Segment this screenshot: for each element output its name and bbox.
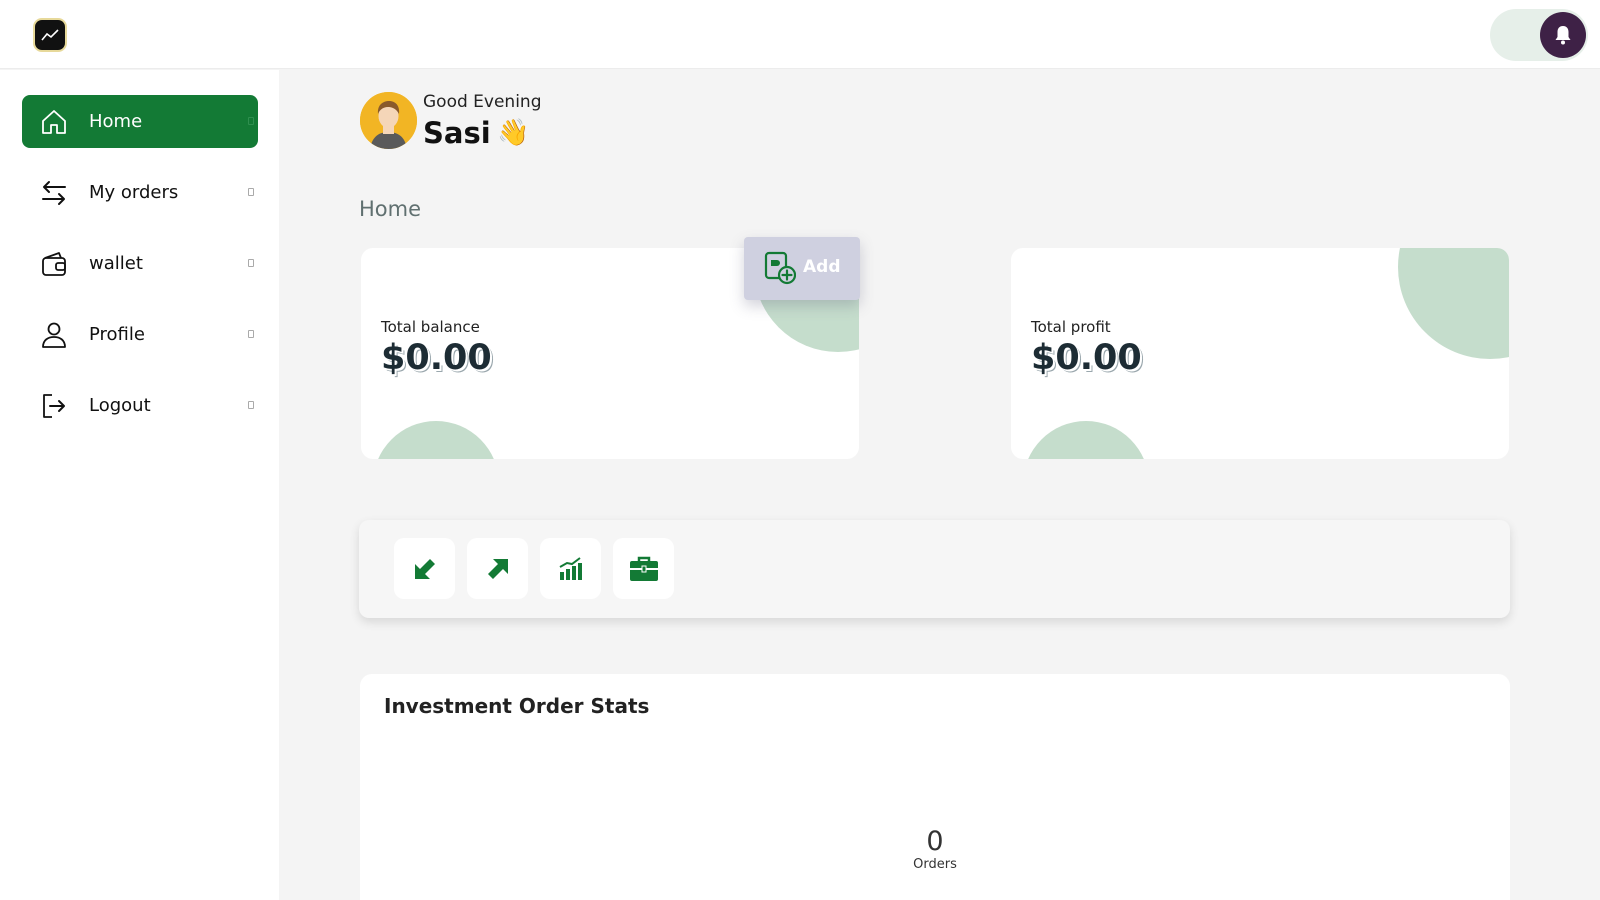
sidebar-item-home[interactable]: Home [22, 95, 258, 148]
chevron-icon [248, 117, 254, 125]
chevron-icon [248, 259, 254, 267]
waving-hand-icon: 👋 [497, 118, 530, 148]
bell-icon [1555, 26, 1571, 45]
sidebar-item-profile[interactable]: Profile [22, 308, 258, 361]
greeting-salutation: Good Evening [423, 92, 542, 112]
add-button-label: Add [803, 257, 841, 277]
stats-title: Investment Order Stats [384, 694, 650, 718]
chevron-icon [248, 401, 254, 409]
bar-chart-icon [559, 556, 582, 580]
add-funds-button[interactable]: Add [744, 237, 860, 300]
decorative-circle [1398, 248, 1509, 359]
app-logo[interactable] [35, 20, 65, 50]
total-balance-label: Total balance [381, 318, 480, 336]
decorative-circle [373, 421, 499, 459]
avatar[interactable] [360, 92, 417, 149]
user-avatar-icon [360, 92, 417, 149]
sidebar-item-logout[interactable]: Logout [22, 379, 258, 432]
arrow-up-right-icon [487, 558, 508, 579]
logout-icon [43, 394, 65, 418]
home-icon [42, 110, 66, 134]
briefcase-icon [629, 556, 658, 581]
wallet-icon [42, 252, 66, 276]
top-bar [0, 0, 1600, 69]
user-name: Sasi [423, 116, 491, 150]
total-profit-value: $0.00 [1031, 338, 1142, 378]
sidebar-item-label: Home [89, 111, 143, 132]
sidebar-item-label: wallet [89, 253, 143, 274]
page-title: Home [359, 197, 422, 221]
sidebar-item-my-orders[interactable]: My orders [22, 166, 258, 219]
trend-chart-icon [41, 29, 59, 41]
orders-label: Orders [913, 857, 957, 872]
sidebar-item-label: Logout [89, 395, 151, 416]
total-profit-card: Total profit $0.00 [1011, 248, 1509, 459]
deposit-button[interactable] [394, 538, 455, 599]
sidebar-item-wallet[interactable]: wallet [22, 237, 258, 290]
sidebar-item-label: Profile [89, 324, 145, 345]
total-balance-value: $0.00 [381, 338, 492, 378]
portfolio-button[interactable] [613, 538, 674, 599]
chevron-icon [248, 330, 254, 338]
quick-actions-bar [359, 520, 1510, 618]
sidebar: Home My orders wallet Profile Logout [0, 70, 279, 900]
sidebar-item-label: My orders [89, 182, 179, 203]
arrows-swap-icon [42, 181, 66, 205]
orders-count: 0 [926, 826, 944, 857]
total-profit-label: Total profit [1031, 318, 1111, 336]
notification-button[interactable] [1540, 12, 1586, 58]
withdraw-button[interactable] [467, 538, 528, 599]
chevron-icon [248, 188, 254, 196]
investment-order-stats-card: Investment Order Stats 0 Orders [360, 674, 1510, 900]
investments-button[interactable] [540, 538, 601, 599]
user-icon [42, 322, 66, 348]
decorative-circle [1023, 421, 1149, 459]
add-payment-icon [764, 251, 796, 285]
arrow-down-left-icon [414, 558, 435, 579]
